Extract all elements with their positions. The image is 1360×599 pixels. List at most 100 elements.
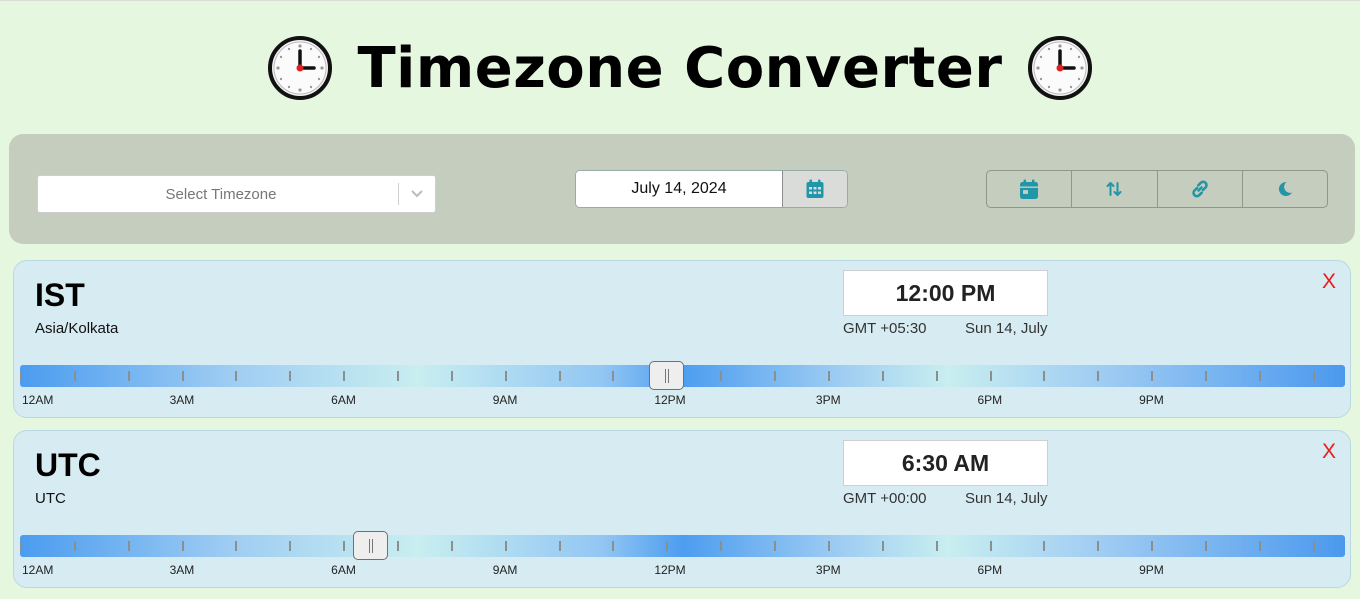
- slider-tick: [827, 371, 830, 381]
- action-button-group: [986, 170, 1328, 208]
- slider-tick: [827, 541, 830, 551]
- slider-tick: [989, 541, 992, 551]
- grip-icon: [664, 368, 669, 383]
- hour-label: 3PM: [815, 563, 841, 577]
- hour-label: 6PM: [977, 393, 1003, 407]
- slider-tick: [774, 541, 777, 551]
- hour-label: 12PM: [654, 563, 686, 577]
- remove-timezone-button[interactable]: X: [1322, 270, 1336, 294]
- slider-tick: [127, 541, 130, 551]
- clock-icon: [268, 36, 333, 100]
- swap-order-button[interactable]: [1072, 171, 1158, 207]
- time-display[interactable]: 12:00 PM: [843, 270, 1048, 316]
- hour-label: 9AM: [492, 563, 518, 577]
- slider-tick: [20, 541, 22, 551]
- date-picker-button[interactable]: [782, 171, 847, 207]
- slider-tick: [343, 371, 346, 381]
- slider-tick: [1204, 541, 1207, 551]
- timezone-name: UTC: [35, 490, 66, 507]
- slider-tick: [935, 371, 938, 381]
- slider-tick: [666, 541, 669, 551]
- hour-label: 12AM: [22, 393, 54, 407]
- timezone-select-placeholder: Select Timezone: [165, 185, 277, 203]
- slider-tick: [612, 541, 615, 551]
- slider-tick: [181, 371, 184, 381]
- time-slider-track[interactable]: [20, 361, 1345, 390]
- hour-label: 3PM: [815, 393, 841, 407]
- slider-tick: [1312, 371, 1315, 381]
- grip-icon: [368, 538, 373, 553]
- slider-tick: [881, 371, 884, 381]
- clock-icon: [1027, 36, 1092, 100]
- timezone-name: Asia/Kolkata: [35, 320, 119, 337]
- timezone-card: UTC UTC 6:30 AM GMT +00:00 Sun 14, July …: [13, 430, 1351, 588]
- slider-tick: [450, 371, 453, 381]
- slider-tick: [1151, 371, 1154, 381]
- slider-tick: [127, 371, 130, 381]
- slider-tick: [1043, 541, 1046, 551]
- slider-tick: [181, 541, 184, 551]
- slider-tick: [1312, 541, 1315, 551]
- slider-tick: [558, 541, 561, 551]
- calendar-day-icon: [1020, 179, 1039, 199]
- slider-tick: [1258, 371, 1261, 381]
- hour-label: 12AM: [22, 563, 54, 577]
- hour-label: 3AM: [169, 563, 195, 577]
- hour-label: 12PM: [654, 393, 686, 407]
- slider-tick: [235, 371, 238, 381]
- hour-label: 9AM: [492, 393, 518, 407]
- slider-tick: [73, 541, 76, 551]
- moon-icon: [1278, 181, 1292, 196]
- slider-tick: [450, 541, 453, 551]
- timezone-abbreviation: UTC: [35, 447, 101, 483]
- slider-tick: [343, 541, 346, 551]
- slider-tick: [612, 371, 615, 381]
- sort-arrows-icon: [1106, 182, 1122, 196]
- toolbar: Select Timezone: [9, 134, 1355, 244]
- slider-tick: [504, 371, 507, 381]
- time-slider-thumb[interactable]: [649, 361, 685, 390]
- date-label: Sun 14, July: [965, 490, 1048, 507]
- page-title: Timezone Converter: [357, 35, 1003, 101]
- timezone-abbreviation: IST: [35, 277, 85, 313]
- hour-label: 6AM: [331, 563, 356, 577]
- slider-tick: [1151, 541, 1154, 551]
- slider-tick: [558, 371, 561, 381]
- slider-tick: [20, 371, 22, 381]
- slider-tick: [1097, 371, 1100, 381]
- time-display[interactable]: 6:30 AM: [843, 440, 1048, 486]
- date-label: Sun 14, July: [965, 320, 1048, 337]
- slider-tick: [73, 371, 76, 381]
- slider-tick: [1043, 371, 1046, 381]
- hour-labels: 12AM 3AM 6AM 9AM 12PM 3PM 6PM 9PM: [20, 393, 1345, 409]
- slider-tick: [397, 541, 400, 551]
- chevron-down-icon[interactable]: [399, 189, 435, 199]
- app-header: Timezone Converter: [0, 1, 1360, 135]
- hour-label: 9PM: [1139, 563, 1164, 577]
- slider-tick: [881, 541, 884, 551]
- slider-tick: [1258, 541, 1261, 551]
- hour-label: 3AM: [169, 393, 195, 407]
- time-slider-track[interactable]: [20, 531, 1345, 560]
- date-input[interactable]: [576, 171, 782, 207]
- copy-link-button[interactable]: [1158, 171, 1243, 207]
- slider-tick: [289, 371, 292, 381]
- slider-tick: [504, 541, 507, 551]
- slider-tick: [1204, 371, 1207, 381]
- timezone-select[interactable]: Select Timezone: [37, 175, 436, 213]
- gmt-offset: GMT +05:30: [843, 320, 927, 337]
- time-slider-thumb[interactable]: [353, 531, 389, 560]
- hour-labels: 12AM 3AM 6AM 9AM 12PM 3PM 6PM 9PM: [20, 563, 1345, 579]
- schedule-button[interactable]: [987, 171, 1073, 207]
- remove-timezone-button[interactable]: X: [1322, 440, 1336, 464]
- dark-mode-button[interactable]: [1243, 171, 1327, 207]
- timezone-card: IST Asia/Kolkata 12:00 PM GMT +05:30 Sun…: [13, 260, 1351, 418]
- slider-tick: [397, 371, 400, 381]
- slider-tick: [989, 371, 992, 381]
- slider-tick: [774, 371, 777, 381]
- link-icon: [1191, 180, 1208, 198]
- slider-tick: [935, 541, 938, 551]
- gmt-offset: GMT +00:00: [843, 490, 927, 507]
- slider-tick: [235, 541, 238, 551]
- slider-tick: [720, 541, 723, 551]
